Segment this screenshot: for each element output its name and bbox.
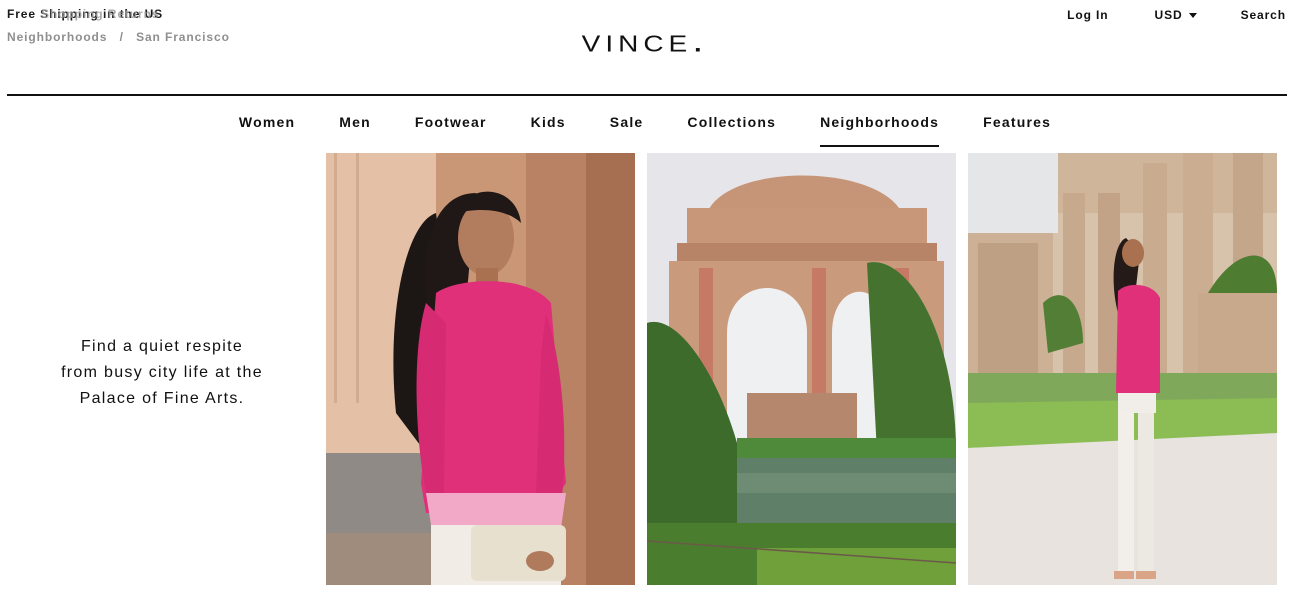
photo-palace-image [647, 153, 956, 585]
main-nav: Women Men Footwear Kids Sale Collections… [0, 114, 1290, 147]
nav-item-features[interactable]: Features [983, 114, 1051, 147]
account-utility-bar: Log In USD Search [1067, 8, 1286, 22]
header-divider [7, 94, 1287, 96]
login-link[interactable]: Log In [1067, 8, 1108, 22]
photo-colonnade-image [968, 153, 1277, 585]
nav-item-sale[interactable]: Sale [610, 114, 644, 147]
search-link[interactable]: Search [1241, 8, 1286, 22]
vince-logo[interactable]: vince. [0, 18, 1290, 64]
nav-item-footwear[interactable]: Footwear [415, 114, 487, 147]
editorial-photo-portrait [326, 153, 635, 585]
currency-label: USD [1154, 8, 1183, 22]
nav-item-kids[interactable]: Kids [531, 114, 566, 147]
intro-line: Find a quiet respite [80, 338, 244, 355]
logo-text: vince. [581, 22, 709, 60]
currency-selector[interactable]: USD [1155, 8, 1197, 22]
intro-line: Palace of Fine Arts. [79, 390, 245, 407]
photo-portrait-image [326, 153, 635, 585]
intro-line: from busy city life at the [61, 364, 263, 381]
intro-copy: Find a quiet respite from busy city life… [32, 334, 292, 412]
editorial-photo-palace [647, 153, 956, 585]
editorial-photo-colonnade [968, 153, 1277, 585]
chevron-down-icon [1188, 12, 1197, 18]
nav-item-collections[interactable]: Collections [687, 114, 776, 147]
nav-item-neighborhoods[interactable]: Neighborhoods [820, 114, 940, 147]
nav-item-men[interactable]: Men [339, 114, 371, 147]
nav-item-women[interactable]: Women [239, 114, 295, 147]
